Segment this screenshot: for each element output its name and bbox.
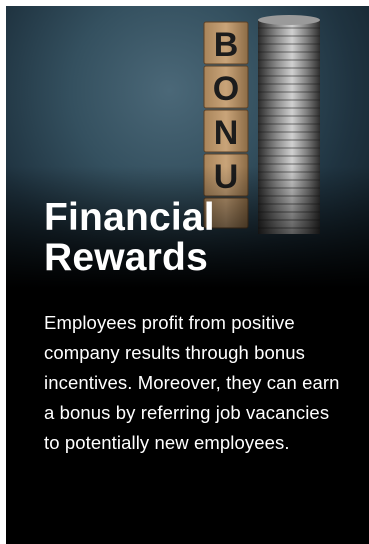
title-line-2: Rewards xyxy=(44,236,208,279)
card-title: Financial Rewards xyxy=(44,198,344,278)
block-letter: O xyxy=(213,70,239,108)
block-letter: N xyxy=(214,114,239,152)
card-description: Employees profit from positive company r… xyxy=(44,312,340,453)
title-line-1: Financial xyxy=(44,196,215,239)
financial-rewards-card: B O N U xyxy=(6,6,369,544)
block-letter: B xyxy=(214,26,239,64)
